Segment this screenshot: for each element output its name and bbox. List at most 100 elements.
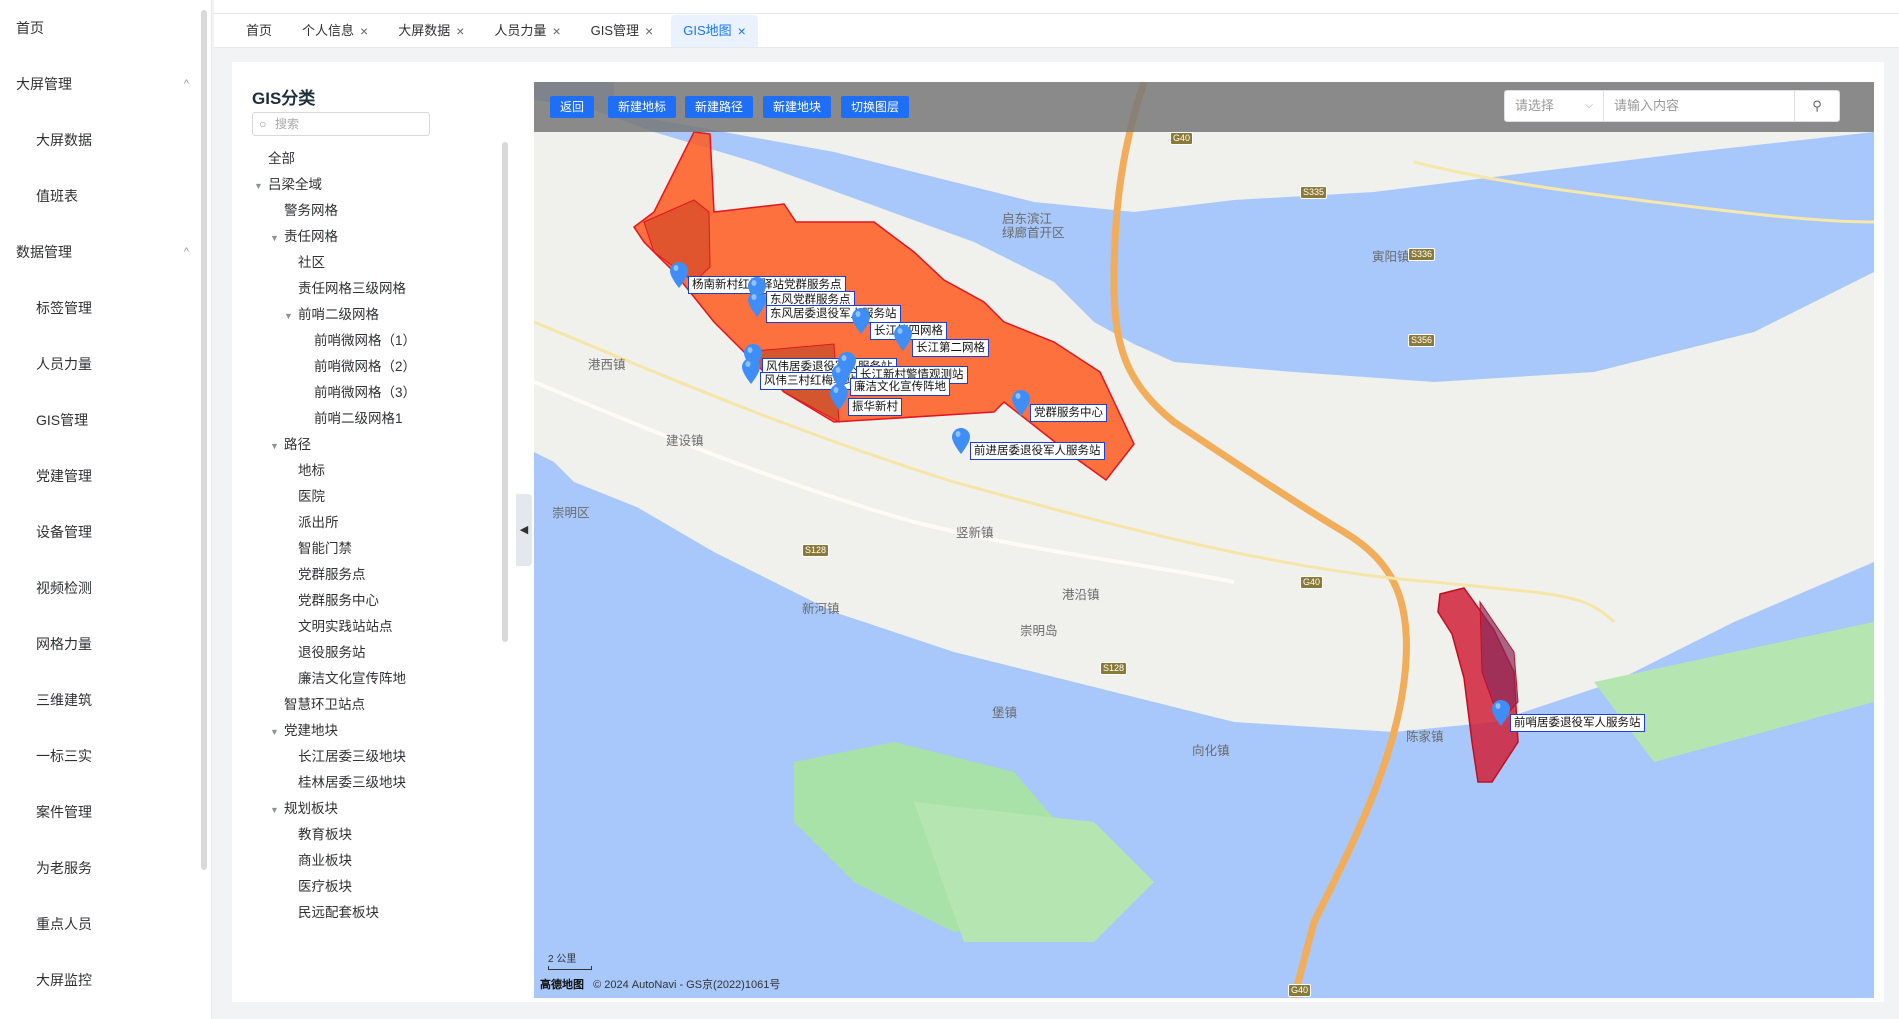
marker-label[interactable]: 前哨居委退役军人服务站	[1510, 714, 1645, 732]
marker-label[interactable]: 前进居委退役军人服务站	[970, 442, 1105, 460]
close-icon[interactable]: ×	[360, 15, 368, 47]
sidebar-item[interactable]: 党建管理	[0, 448, 211, 504]
caret-down-icon[interactable]: ▼	[270, 719, 284, 745]
layer-select[interactable]: 请选择 ⌵	[1504, 90, 1604, 122]
map-pin-icon[interactable]	[1012, 390, 1030, 416]
tree-node[interactable]: 全部	[232, 146, 502, 172]
tree-node[interactable]: ▼ 责任网格	[232, 224, 502, 250]
tree-node[interactable]: ▼ 党建地块	[232, 718, 502, 744]
tab-item[interactable]: 大屏数据 ×	[386, 15, 476, 47]
tree-node[interactable]: 派出所	[232, 510, 502, 536]
map-pin-icon[interactable]	[952, 428, 970, 454]
map-view[interactable]: 启东滨江 绿廊首开区 寅阳镇 港西镇 建设镇 崇明区 竖新镇 新河镇 港沿镇 崇明岛 堡镇 向化镇 陈家…	[534, 82, 1874, 998]
tree-list: 全部 ▼ 吕梁全域 警务网格 ▼ 责任网格 社区 责任网格三级网格 ▼ 前哨二级网格 前哨微网格（1…	[232, 146, 502, 926]
tree-node[interactable]: 教育板块	[232, 822, 502, 848]
map-button[interactable]: 新建地标	[608, 96, 677, 118]
tree-node[interactable]: 医疗板块	[232, 874, 502, 900]
sidebar-item-label: 人员力量	[36, 356, 92, 372]
sidebar-item[interactable]: 人员力量	[0, 336, 211, 392]
tree-node[interactable]: ▼ 规划板块	[232, 796, 502, 822]
map-button[interactable]: 新建路径	[685, 96, 754, 118]
map-button[interactable]: 返回	[550, 96, 595, 118]
road-sign: S335	[1300, 186, 1328, 199]
tree-node[interactable]: 警务网格	[232, 198, 502, 224]
tree-node[interactable]: 长江居委三级地块	[232, 744, 502, 770]
tree-node[interactable]: 文明实践站站点	[232, 614, 502, 640]
tree-node[interactable]: 医院	[232, 484, 502, 510]
map-pin-icon[interactable]	[852, 308, 870, 334]
tree-node[interactable]: 前哨微网格（3）	[232, 380, 502, 406]
close-icon[interactable]: ×	[645, 15, 653, 47]
tree-node[interactable]: 地标	[232, 458, 502, 484]
tree-node[interactable]: ▼ 前哨二级网格	[232, 302, 502, 328]
sidebar-item[interactable]: 视频检测	[0, 560, 211, 616]
map-button[interactable]: 新建地块	[763, 96, 832, 118]
caret-down-icon[interactable]: ▼	[284, 303, 298, 329]
tab-item[interactable]: 首页	[234, 15, 284, 47]
sidebar-item[interactable]: 案件管理	[0, 784, 211, 840]
tree-node[interactable]: 廉洁文化宣传阵地	[232, 666, 502, 692]
close-icon[interactable]: ×	[738, 15, 746, 47]
tree-node[interactable]: 前哨微网格（1）	[232, 328, 502, 354]
tree-node[interactable]: 退役服务站	[232, 640, 502, 666]
sidebar-item[interactable]: 大屏管理 ^	[0, 56, 211, 112]
marker-label[interactable]: 长江第二网格	[912, 339, 989, 357]
close-icon[interactable]: ×	[552, 15, 560, 47]
tree-node[interactable]: 商业板块	[232, 848, 502, 874]
tree-node[interactable]: 前哨微网格（2）	[232, 354, 502, 380]
sidebar-item[interactable]: 值班表	[0, 168, 211, 224]
sidebar-item[interactable]: 为老服务	[0, 840, 211, 896]
caret-down-icon[interactable]: ▼	[270, 225, 284, 251]
map-pin-icon[interactable]	[742, 358, 760, 384]
tree-node[interactable]: 党群服务点	[232, 562, 502, 588]
sidebar-item-label: 设备管理	[36, 524, 92, 540]
tree-node[interactable]: 责任网格三级网格	[232, 276, 502, 302]
map-pin-icon[interactable]	[670, 262, 688, 288]
map-search-button[interactable]: ⚲	[1794, 90, 1840, 122]
sidebar-item[interactable]: GIS管理	[0, 392, 211, 448]
sidebar-item[interactable]: 设备管理	[0, 504, 211, 560]
map-pin-icon[interactable]	[830, 384, 848, 410]
tree-node[interactable]: 社区	[232, 250, 502, 276]
map-pin-icon[interactable]	[894, 325, 912, 351]
tree-node[interactable]: ▼ 路径	[232, 432, 502, 458]
map-pin-icon[interactable]	[1492, 700, 1510, 726]
sidebar-item[interactable]: 网格力量	[0, 616, 211, 672]
tab-item[interactable]: 个人信息 ×	[290, 15, 380, 47]
close-icon[interactable]: ×	[456, 15, 464, 47]
tree-node[interactable]: 民远配套板块	[232, 900, 502, 926]
tab-item[interactable]: GIS管理 ×	[579, 15, 666, 47]
tab-item[interactable]: GIS地图 ×	[671, 14, 758, 47]
tree-node[interactable]: 智能门禁	[232, 536, 502, 562]
sidebar-item[interactable]: 首页	[0, 0, 211, 56]
map-pin-icon[interactable]	[748, 291, 766, 317]
tree-node[interactable]: 智慧环卫站点	[232, 692, 502, 718]
tree-node[interactable]: 桂林居委三级地块	[232, 770, 502, 796]
tree-node[interactable]: 党群服务中心	[232, 588, 502, 614]
marker-label[interactable]: 振华新村	[848, 398, 902, 416]
collapse-left-icon[interactable]: ◀	[516, 494, 532, 566]
tree-node[interactable]: ▼ 吕梁全域	[232, 172, 502, 198]
map-search-input[interactable]: 请输入内容	[1603, 90, 1795, 122]
caret-down-icon[interactable]: ▼	[270, 433, 284, 459]
marker-label[interactable]: 廉洁文化宣传阵地	[850, 378, 950, 396]
caret-down-icon[interactable]: ▼	[270, 797, 284, 823]
tab-item[interactable]: 人员力量 ×	[482, 15, 572, 47]
tree-scrollbar[interactable]	[502, 142, 508, 642]
marker-label[interactable]: 党群服务中心	[1030, 404, 1107, 422]
caret-down-icon[interactable]: ▼	[254, 173, 268, 199]
tree-search-input[interactable]: ○ 搜索	[252, 112, 430, 136]
map-search-placeholder: 请输入内容	[1614, 98, 1680, 113]
sidebar-item[interactable]: 重点人员	[0, 896, 211, 952]
sidebar-item[interactable]: 三维建筑	[0, 672, 211, 728]
sidebar-item[interactable]: 数据管理 ^	[0, 224, 211, 280]
sidebar-scrollbar[interactable]	[201, 10, 207, 870]
tree-node[interactable]: 前哨二级网格1	[232, 406, 502, 432]
sidebar-item[interactable]: 大屏监控	[0, 952, 211, 1008]
sidebar-item[interactable]: 标签管理	[0, 280, 211, 336]
tree-node-label: 智能门禁	[298, 541, 352, 556]
marker-label[interactable]: 东风居委退役军人服务站	[766, 305, 901, 323]
map-button[interactable]: 切换图层	[841, 96, 910, 118]
sidebar-item[interactable]: 大屏数据	[0, 112, 211, 168]
sidebar-item[interactable]: 一标三实	[0, 728, 211, 784]
